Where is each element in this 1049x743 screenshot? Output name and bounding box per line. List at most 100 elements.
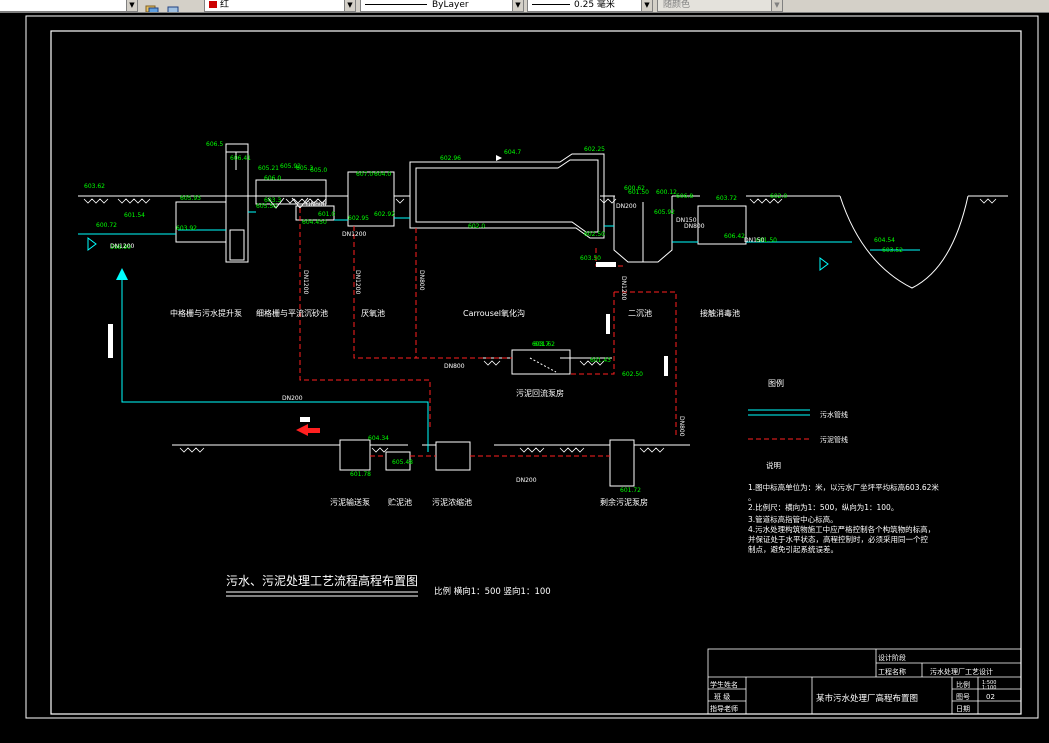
pipe-label: DN150 xyxy=(744,237,765,244)
note-line: 制点，避免引起系统误差。 xyxy=(748,544,838,554)
pipe-label: DN1200 xyxy=(110,243,135,250)
elevation-label: 604.34 xyxy=(368,435,389,442)
note-line: 4.污水处理构筑物施工中应严格控制各个构筑物的标高， xyxy=(748,524,935,534)
plotstyle-value: 随颜色 xyxy=(663,0,691,10)
layer-dropdown[interactable]: ▼ xyxy=(0,0,138,12)
elevation-label: 602.0 xyxy=(770,193,787,200)
elevation-label: 606.42 xyxy=(724,233,745,240)
elevation-label: 603.92 xyxy=(176,225,197,232)
sludge-delivery-pump xyxy=(339,439,371,471)
pipe-label: DN1200 xyxy=(342,231,367,238)
note-line: 2.比例尺：横向为1：500，纵向为1：100。 xyxy=(748,502,898,512)
elevation-label: 603.3 xyxy=(264,197,281,204)
linetype-value: ByLayer xyxy=(432,0,469,10)
project-name: 污水处理厂工艺设计 xyxy=(930,667,993,676)
elevation-label: 607.0 xyxy=(356,171,373,178)
unit-label: 污泥回流泵房 xyxy=(516,388,564,398)
drawing-no: 02 xyxy=(986,693,995,701)
elevation-label: 600.72 xyxy=(96,222,117,229)
elevation-label: 602.95 xyxy=(348,215,369,222)
up-arrow-icon xyxy=(116,268,128,280)
elevation-label: 606.8 xyxy=(676,193,693,200)
title-block-text: 设计阶段 工程名称 污水处理厂工艺设计 学生姓名 班 级 指导老师 某市污水处理… xyxy=(710,653,996,713)
chevron-down-icon[interactable]: ▼ xyxy=(344,0,355,11)
inlet-arrow-icon xyxy=(87,237,97,251)
note-line: 。 xyxy=(748,493,756,502)
legend-sewage-label: 污水管线 xyxy=(820,410,848,419)
left-arrow-icon xyxy=(296,424,308,436)
note-line: 1.图中标高单位为：米，以污水厂坐坪平均标高603.62米 xyxy=(748,482,939,492)
sludge-thickener xyxy=(435,441,471,471)
linetype-dropdown[interactable]: ByLayer ▼ xyxy=(360,0,524,12)
earth-hatching xyxy=(83,198,997,453)
elevation-label: 601.78 xyxy=(350,471,371,478)
note-line: 并保证处于水平状态，高程控制时，必须采用同一个控 xyxy=(748,534,928,544)
sewage-pipes xyxy=(78,211,920,452)
pipe-label: DN1200 xyxy=(302,270,309,295)
lineweight-value: 0.25 毫米 xyxy=(574,0,615,10)
pipe-label: DN800 xyxy=(444,363,465,370)
pipe-label: DN150 xyxy=(676,217,697,224)
project-name-label: 工程名称 xyxy=(878,667,906,676)
lineweight-dropdown[interactable]: 0.25 毫米 ▼ xyxy=(527,0,653,12)
scale-label: 比例 xyxy=(956,680,970,689)
elevation-label: 606.0 xyxy=(264,175,281,182)
chevron-down-icon[interactable]: ▼ xyxy=(512,0,523,11)
cad-drawing: 603.62600.72601.54598.90605.93603.92606.… xyxy=(25,15,1039,719)
student-label: 学生姓名 xyxy=(710,680,738,689)
elevation-label: 604.54 xyxy=(874,237,895,244)
elevation-label: 601.72 xyxy=(620,487,641,494)
unit-label: 接触消毒池 xyxy=(700,308,740,318)
elevation-label: 605.0 xyxy=(310,167,327,174)
oxidation-ditch xyxy=(409,153,605,239)
color-swatch xyxy=(209,1,217,8)
elevation-label: 601.0 xyxy=(318,211,335,218)
note-line: 3.管道标高指管中心标高。 xyxy=(748,514,838,524)
chevron-down-icon[interactable]: ▼ xyxy=(771,0,782,11)
elevation-label: 602.25 xyxy=(584,146,605,153)
color-dropdown[interactable]: 红 ▼ xyxy=(204,0,356,12)
notes-heading: 说明 xyxy=(766,460,781,470)
unit-label: 污泥浓缩池 xyxy=(432,497,472,507)
layer-stack-icon[interactable] xyxy=(145,0,159,12)
elevation-label: 601.43 xyxy=(590,357,611,364)
elevation-label: 603.62 xyxy=(84,183,105,190)
unit-label: 污泥输送泵 xyxy=(330,497,370,507)
elevation-label: 601.54 xyxy=(124,212,145,219)
unit-label: 厌氧池 xyxy=(361,308,385,318)
elevation-label: 603.52 xyxy=(882,247,903,254)
elevation-label: 606.41 xyxy=(230,155,251,162)
pipe-label: DN800 xyxy=(418,270,425,291)
pipe-label: DN800 xyxy=(306,201,327,208)
elevation-label: 606.5 xyxy=(206,141,223,148)
design-stage-label: 设计阶段 xyxy=(878,653,906,662)
scale-value-2: 1:100 xyxy=(982,685,996,691)
lineweight-sample xyxy=(532,4,570,5)
unit-label: 中格栅与污水提升泵 xyxy=(170,308,242,318)
elevation-label: 604.450 xyxy=(302,219,327,226)
drawing-frame xyxy=(25,15,1039,719)
unit-label: 贮泥池 xyxy=(388,497,412,507)
chevron-down-icon[interactable]: ▼ xyxy=(641,0,652,11)
pipe-label: DN200 xyxy=(516,477,537,484)
elevation-label: 604.7 xyxy=(504,149,521,156)
drawing-name: 某市污水处理厂高程布置图 xyxy=(816,693,918,704)
drawing-title-block: 污水、污泥处理工艺流程高程布置图 比例 横向1：500 竖向1：100 xyxy=(226,573,551,597)
drawing-canvas[interactable]: 603.62 600.72 601.54 598.90 605.93 603.92 606.… xyxy=(0,12,1049,739)
plotstyle-dropdown[interactable]: 随颜色 ▼ xyxy=(657,0,783,12)
color-value: 红 xyxy=(220,0,230,10)
pipe-label: DN200 xyxy=(282,395,303,402)
elevation-label: 604.0 xyxy=(374,171,391,178)
elevation-label: 602.50 xyxy=(622,371,643,378)
title-block-table xyxy=(707,648,1022,715)
unit-label: Carrousel氧化沟 xyxy=(463,308,525,318)
elevation-label: 602.50 xyxy=(584,231,605,238)
date-label: 日期 xyxy=(956,705,970,713)
layer-previous-icon[interactable] xyxy=(166,0,180,12)
chevron-down-icon[interactable]: ▼ xyxy=(126,0,137,11)
elevation-label: 602.92 xyxy=(374,211,395,218)
pipe-label: DN200 xyxy=(616,203,637,210)
pipe-label: DN1200 xyxy=(620,276,627,301)
legend: 图例 污水管线 污泥管线 xyxy=(748,378,848,444)
legend-heading: 图例 xyxy=(768,378,784,388)
